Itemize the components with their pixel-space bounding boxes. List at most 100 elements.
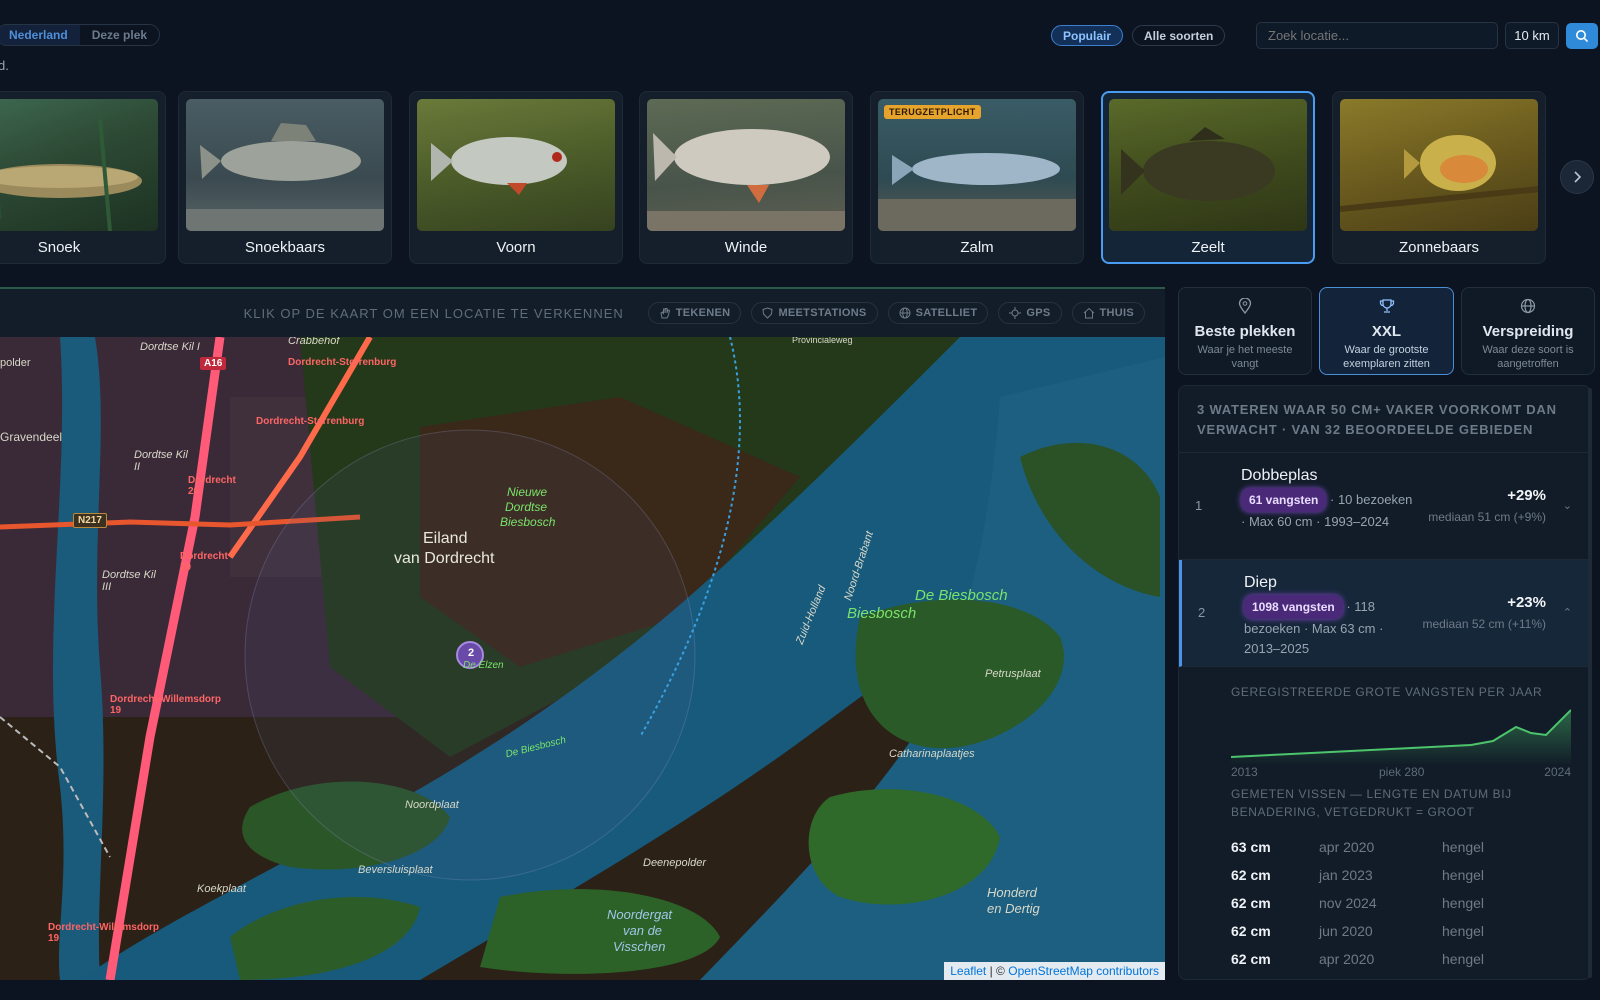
catch-method: hengel: [1442, 867, 1485, 883]
map-label: Dordrecht-Willemsdorp 19: [110, 694, 222, 716]
stations-tool-button[interactable]: MEETSTATIONS: [751, 302, 878, 324]
species-card-winde[interactable]: Winde: [639, 91, 853, 264]
search-icon: [1576, 30, 1589, 43]
results-header: 3 WATEREN WAAR 50 CM+ VAKER VOORKOMT DAN…: [1179, 386, 1590, 453]
species-card-zeelt[interactable]: Zeelt: [1101, 91, 1315, 264]
map-label: Dordtse Kil III: [102, 569, 156, 593]
return-required-badge: TERUGZETPLICHT: [884, 105, 981, 119]
satellite-tool-button[interactable]: SATELLIET: [887, 302, 989, 324]
location-search-input[interactable]: [1256, 22, 1498, 49]
catches-pill: 1098 vangsten: [1244, 595, 1343, 619]
measured-row: 62 cm jun 2020 hengel: [1231, 917, 1590, 945]
map-label: Visschen: [613, 939, 666, 954]
species-photo: [186, 99, 384, 231]
search-button[interactable]: [1566, 23, 1598, 49]
draw-tool-button[interactable]: TEKENEN: [647, 302, 742, 324]
catch-date: apr 2020: [1319, 839, 1375, 855]
scope-deze-plek-tab[interactable]: Deze plek: [80, 25, 159, 45]
shield-icon: [762, 307, 773, 319]
tab-verspreiding[interactable]: Verspreiding Waar deze soort is aangetro…: [1461, 287, 1595, 375]
map-label: De Biesbosch: [915, 587, 1008, 604]
result-rank: 1: [1195, 498, 1203, 513]
globe-icon: [1520, 298, 1536, 314]
map-tiles: [0, 337, 1165, 980]
result-details: 1098 vangsten · 118 bezoeken · Max 63 cm…: [1244, 595, 1419, 659]
filter-populair-chip[interactable]: Populair: [1051, 25, 1124, 46]
map-label: Petrusplaat: [985, 668, 1041, 680]
species-card-zalm[interactable]: TERUGZETPLICHT Zalm: [870, 91, 1084, 264]
map-label: Noordergat: [607, 907, 673, 922]
tab-beste-plekken[interactable]: Beste plekken Waar je het meeste vangt: [1178, 287, 1312, 375]
result-row[interactable]: 1 Dobbeplas 61 vangsten · 10 bezoeken · …: [1179, 453, 1590, 560]
osm-link[interactable]: OpenStreetMap contributors: [1008, 964, 1159, 978]
sparkline-start-year: 2013: [1231, 765, 1258, 779]
map-canvas[interactable]: 2 Eiland van Dordrecht Nieuwe Dordtse Bi…: [0, 337, 1165, 980]
radius-select[interactable]: 10 km: [1505, 22, 1559, 49]
measured-row: 63 cm apr 2020 hengel: [1231, 833, 1590, 861]
species-photo: [1109, 99, 1307, 231]
catch-date: jun 2020: [1319, 923, 1373, 939]
hand-icon: [660, 308, 670, 319]
draw-tool-label: TEKENEN: [675, 307, 731, 319]
home-tool-label: THUIS: [1099, 307, 1134, 319]
scope-toggle: Nederland Deze plek: [0, 24, 161, 46]
result-rank: 2: [1198, 605, 1206, 620]
map-label: van Dordrecht: [394, 550, 495, 567]
catch-method: hengel: [1442, 923, 1485, 939]
measured-list: 63 cm apr 2020 hengel 62 cm jan 2023 hengel …: [1231, 833, 1590, 973]
map-label: Eiland: [423, 530, 468, 547]
species-name: Snoek: [37, 239, 81, 256]
species-card-snoekbaars[interactable]: Snoekbaars: [178, 91, 392, 264]
map-label: Honderd: [987, 885, 1037, 900]
result-median: mediaan 51 cm (+9%): [1428, 510, 1546, 524]
sub-note: d.: [0, 58, 9, 73]
measured-title: GEMETEN VISSEN — LENGTE EN DATUM BIJ BEN…: [1231, 787, 1512, 819]
catch-method: hengel: [1442, 839, 1485, 855]
catch-date: nov 2024: [1319, 895, 1377, 911]
gps-tool-button[interactable]: GPS: [998, 302, 1062, 324]
fish-length: 63 cm: [1231, 839, 1271, 855]
map-label: Biesbosch: [500, 515, 556, 529]
cluster-marker[interactable]: 2: [463, 647, 479, 659]
result-name: Diep: [1244, 574, 1277, 591]
filter-alle-soorten-chip[interactable]: Alle soorten: [1132, 25, 1226, 46]
map-label: Catharinaplaatjes: [889, 748, 975, 760]
map-label: Beversluisplaat: [358, 864, 433, 876]
map-label: Dordrecht 20: [188, 475, 236, 497]
map-label: en Dertig: [987, 901, 1040, 916]
tab-xxl[interactable]: XXL Waar de grootste exemplaren zitten: [1319, 287, 1454, 375]
result-median: mediaan 52 cm (+11%): [1422, 617, 1546, 631]
map-attribution: Leaflet | © OpenStreetMap contributors: [944, 962, 1165, 980]
scope-nederland-tab[interactable]: Nederland: [0, 25, 80, 45]
map-label: van de: [623, 923, 663, 938]
map-label: Koekplaat: [197, 883, 246, 895]
tab-subtitle: Waar je het meeste vangt: [1197, 344, 1293, 370]
map-label: Deenepolder: [643, 857, 706, 869]
catch-method: hengel: [1442, 895, 1485, 911]
sparkline-peak: piek 280: [1379, 765, 1425, 779]
leaflet-link[interactable]: Leaflet: [950, 964, 986, 978]
species-card-voorn[interactable]: Voorn: [409, 91, 623, 264]
species-card-zonnebaars[interactable]: Zonnebaars: [1332, 91, 1546, 264]
result-row[interactable]: 2 Diep 1098 vangsten · 118 bezoeken · Ma…: [1179, 560, 1590, 667]
species-photo: [417, 99, 615, 231]
species-name: Zonnebaars: [1398, 239, 1480, 256]
panel-scrollbar[interactable]: [1588, 388, 1592, 978]
species-name: Zeelt: [1191, 239, 1225, 256]
result-percentage: +29%: [1507, 487, 1546, 504]
map-label: Gravendeel: [0, 430, 63, 444]
species-card-snoek[interactable]: Snoek: [0, 91, 166, 264]
home-tool-button[interactable]: THUIS: [1071, 302, 1145, 324]
species-photo: [647, 99, 845, 231]
visits-count: · 118: [1346, 599, 1376, 614]
carousel-next-button[interactable]: [1560, 160, 1594, 194]
tab-title: XXL: [1371, 323, 1402, 340]
measured-row: 62 cm nov 2024 hengel: [1231, 889, 1590, 917]
road-shield: A16: [200, 357, 227, 370]
chevron-up-icon[interactable]: ⌃: [1563, 606, 1572, 619]
visits-max: bezoeken · Max 63 cm ·: [1244, 621, 1384, 636]
chevron-right-icon: [1574, 171, 1582, 183]
globe-icon: [899, 307, 911, 319]
chevron-down-icon[interactable]: ⌄: [1563, 499, 1572, 512]
xxl-results-panel: 3 WATEREN WAAR 50 CM+ VAKER VOORKOMT DAN…: [1178, 385, 1591, 980]
